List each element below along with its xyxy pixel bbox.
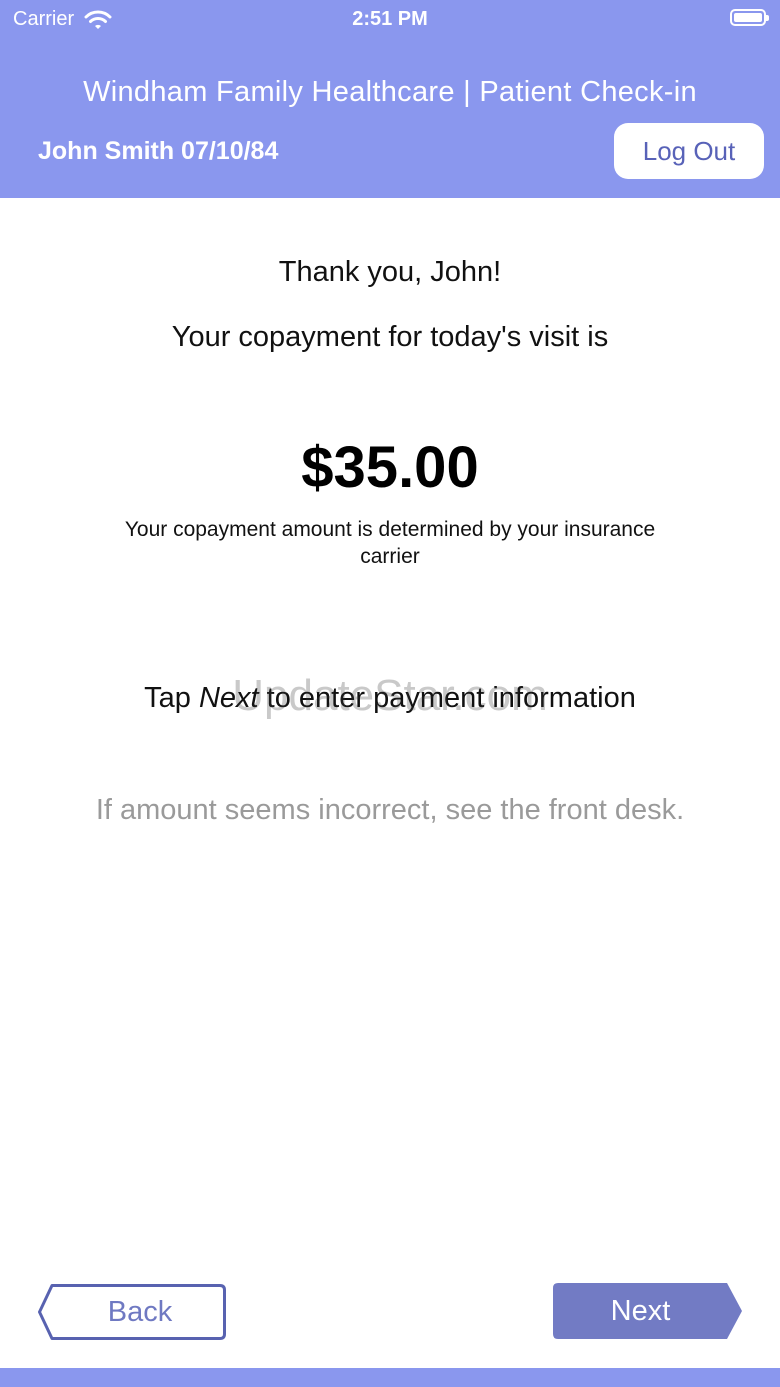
copay-intro-text: Your copayment for today's visit is xyxy=(171,321,609,353)
thank-you-message: Thank you, John! xyxy=(278,256,502,288)
tap-suffix: to enter payment information xyxy=(258,682,636,714)
status-time: 2:51 PM xyxy=(352,8,428,30)
app-header: Carrier 2:51 PM Windham Family Healthcar… xyxy=(0,0,780,198)
status-bar: Carrier 2:51 PM xyxy=(0,0,780,40)
logout-button[interactable]: Log Out xyxy=(614,123,764,179)
next-label: Next xyxy=(610,1294,671,1327)
tap-prefix: Tap xyxy=(144,682,199,714)
tap-next-instruction: Tap Next to enter payment information xyxy=(0,682,780,715)
app-title: Windham Family Healthcare | Patient Chec… xyxy=(83,76,697,108)
copay-amount: $35.00 xyxy=(301,435,479,500)
back-button[interactable]: Back xyxy=(38,1284,226,1340)
copay-note: Your copayment amount is determined by y… xyxy=(124,518,656,568)
next-button[interactable]: Next xyxy=(553,1283,742,1339)
footer-bar xyxy=(0,1368,780,1387)
patient-name-dob: John Smith 07/10/84 xyxy=(38,137,279,165)
battery-icon xyxy=(730,9,769,26)
back-label: Back xyxy=(107,1295,173,1328)
tap-next-emphasis: Next xyxy=(198,682,259,714)
incorrect-amount-note: If amount seems incorrect, see the front… xyxy=(95,794,685,826)
